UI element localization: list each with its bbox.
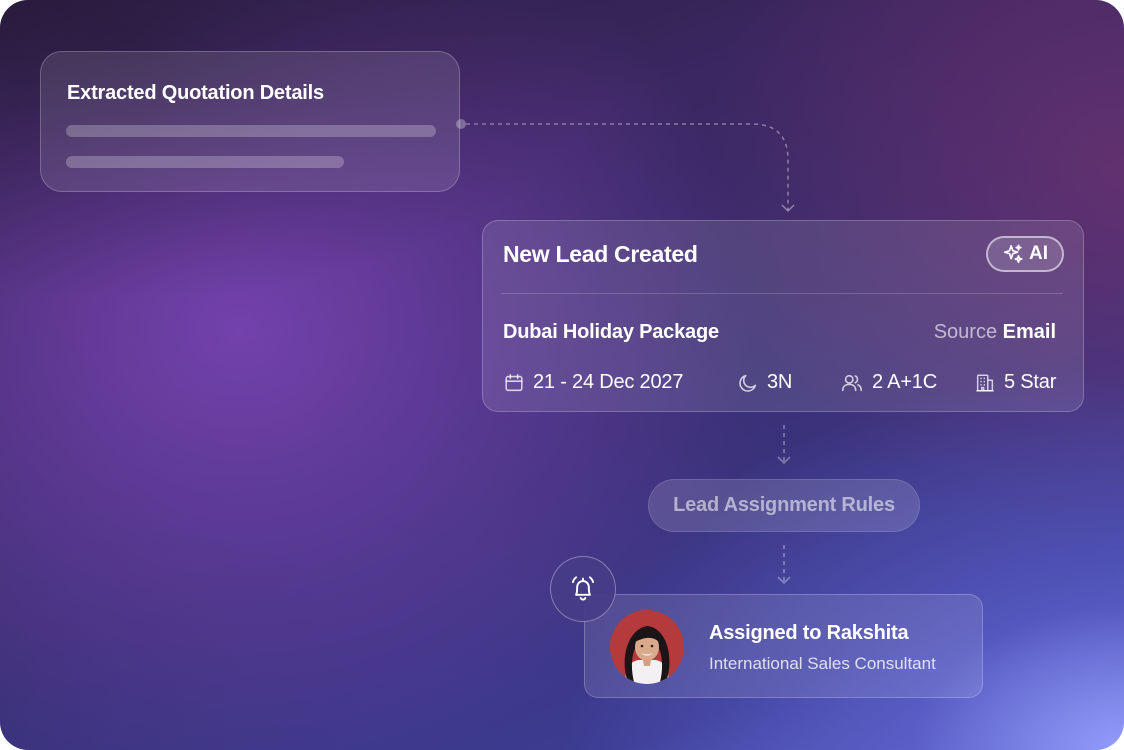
assignee-name: Assigned to Rakshita bbox=[709, 622, 909, 644]
building-icon bbox=[976, 373, 994, 392]
lead-card-title: New Lead Created bbox=[503, 241, 698, 267]
source-label: Source bbox=[933, 321, 998, 343]
guest-count: 2 A+1C bbox=[840, 371, 937, 394]
bell-ringing-icon bbox=[571, 576, 595, 601]
notification-button[interactable] bbox=[550, 556, 616, 622]
nights-count: 3N bbox=[737, 371, 792, 394]
lead-assignment-rules-step[interactable]: Lead Assignment Rules bbox=[648, 479, 920, 532]
placeholder-line bbox=[66, 156, 344, 168]
assignee-role: International Sales Consultant bbox=[709, 654, 936, 673]
hotel-rating: 5 Star bbox=[974, 371, 1056, 394]
new-lead-card[interactable]: New Lead Created AI Dubai Holiday Packag… bbox=[482, 220, 1084, 412]
hotel-value: 5 Star bbox=[1004, 371, 1057, 393]
sparkle-icon bbox=[1003, 244, 1023, 264]
connector-quote-to-lead bbox=[466, 123, 789, 210]
moon-icon bbox=[739, 374, 757, 392]
ai-badge: AI bbox=[986, 236, 1064, 272]
quotation-card-title: Extracted Quotation Details bbox=[67, 82, 324, 104]
guest-value: 2 A+1C bbox=[872, 371, 937, 393]
source-value: Email bbox=[1002, 321, 1056, 343]
extracted-quotation-card[interactable]: Extracted Quotation Details bbox=[40, 51, 460, 192]
lead-source: Source Email bbox=[934, 321, 1056, 344]
travel-dates: 21 - 24 Dec 2027 bbox=[503, 371, 683, 394]
placeholder-line bbox=[66, 125, 436, 137]
travel-dates-value: 21 - 24 Dec 2027 bbox=[533, 371, 684, 393]
person-avatar-image bbox=[610, 610, 684, 684]
assignment-card[interactable]: Assigned to Rakshita International Sales… bbox=[584, 594, 983, 698]
ai-badge-label: AI bbox=[1029, 243, 1048, 264]
calendar-icon bbox=[505, 373, 523, 391]
nights-value: 3N bbox=[767, 371, 793, 393]
workflow-canvas: Extracted Quotation Details New Lead Cre… bbox=[0, 0, 1124, 750]
divider bbox=[501, 293, 1063, 294]
avatar bbox=[610, 610, 684, 684]
package-name: Dubai Holiday Package bbox=[503, 321, 719, 343]
users-icon bbox=[842, 374, 862, 391]
